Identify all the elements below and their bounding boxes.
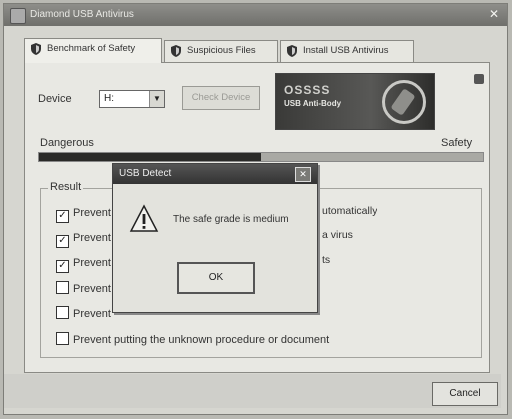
result-item-text: Prevent xyxy=(73,308,111,320)
shield-icon xyxy=(287,45,297,57)
result-item-text: Prevent xyxy=(73,257,111,269)
shield-icon xyxy=(171,45,181,57)
warning-icon xyxy=(129,204,159,232)
dialog-title-bar[interactable]: USB Detect ✕ xyxy=(113,164,317,184)
title-bar[interactable]: Diamond USB Antivirus ✕ xyxy=(4,4,507,26)
result-label: Result xyxy=(48,181,84,193)
result-item[interactable]: Prevent xyxy=(56,281,111,297)
result-item-text: Prevent xyxy=(73,232,111,244)
dialog-title: USB Detect xyxy=(119,168,172,179)
product-banner: OSSSS USB Anti-Body xyxy=(275,73,435,130)
banner-brand: OSSSS xyxy=(284,83,331,97)
safety-level-bar xyxy=(38,152,484,162)
banner-product: USB Anti-Body xyxy=(284,99,342,108)
usb-detect-dialog: USB Detect ✕ The safe grade is medium OK xyxy=(112,163,318,313)
chevron-down-icon[interactable]: ▼ xyxy=(149,91,164,107)
window-title: Diamond USB Antivirus xyxy=(30,9,134,20)
tab-label: Benchmark of Safety xyxy=(47,43,136,54)
help-icon[interactable] xyxy=(474,74,484,84)
safety-label: Safety xyxy=(441,137,473,149)
footer-bar xyxy=(4,374,501,408)
device-value: H: xyxy=(104,93,114,104)
checkbox[interactable]: ✓ xyxy=(56,210,69,223)
dangerous-label: Dangerous xyxy=(40,137,94,149)
result-item[interactable]: Prevent putting the unknown procedure or… xyxy=(56,332,329,348)
result-item-text-tail: ts xyxy=(322,254,331,266)
safety-level-fill xyxy=(39,153,261,161)
checkbox[interactable] xyxy=(56,306,69,319)
result-item[interactable]: ✓ Prevent xyxy=(56,206,111,223)
tab-benchmark-of-safety[interactable]: Benchmark of Safety xyxy=(24,38,162,63)
check-device-button[interactable]: Check Device xyxy=(182,86,260,110)
tab-label: Install USB Antivirus xyxy=(303,45,389,56)
tab-suspicious-files[interactable]: Suspicious Files xyxy=(164,40,278,62)
usb-logo-icon xyxy=(382,80,426,124)
result-item-text-tail: a virus xyxy=(322,229,353,241)
result-item[interactable]: ✓ Prevent xyxy=(56,256,111,273)
checkbox[interactable]: ✓ xyxy=(56,260,69,273)
result-item-text-tail: utomatically xyxy=(322,205,378,217)
shield-icon xyxy=(31,43,41,55)
cancel-button[interactable]: Cancel xyxy=(432,382,498,406)
close-icon[interactable]: ✕ xyxy=(295,167,311,182)
dialog-message: The safe grade is medium xyxy=(173,214,289,225)
app-icon xyxy=(10,8,26,24)
result-item[interactable]: Prevent xyxy=(56,306,111,322)
checkbox[interactable] xyxy=(56,281,69,294)
result-item[interactable]: ✓ Prevent xyxy=(56,231,111,248)
device-select[interactable]: H: ▼ xyxy=(99,90,165,108)
result-item-text: Prevent xyxy=(73,207,111,219)
ok-button[interactable]: OK xyxy=(177,262,255,294)
device-label: Device xyxy=(38,93,72,105)
result-item-text: Prevent putting the unknown procedure or… xyxy=(73,334,330,346)
result-item-text: Prevent xyxy=(73,283,111,295)
checkbox[interactable]: ✓ xyxy=(56,235,69,248)
tab-label: Suspicious Files xyxy=(187,45,256,56)
tab-install-usb-antivirus[interactable]: Install USB Antivirus xyxy=(280,40,414,62)
close-icon[interactable]: ✕ xyxy=(487,7,501,21)
checkbox[interactable] xyxy=(56,332,69,345)
